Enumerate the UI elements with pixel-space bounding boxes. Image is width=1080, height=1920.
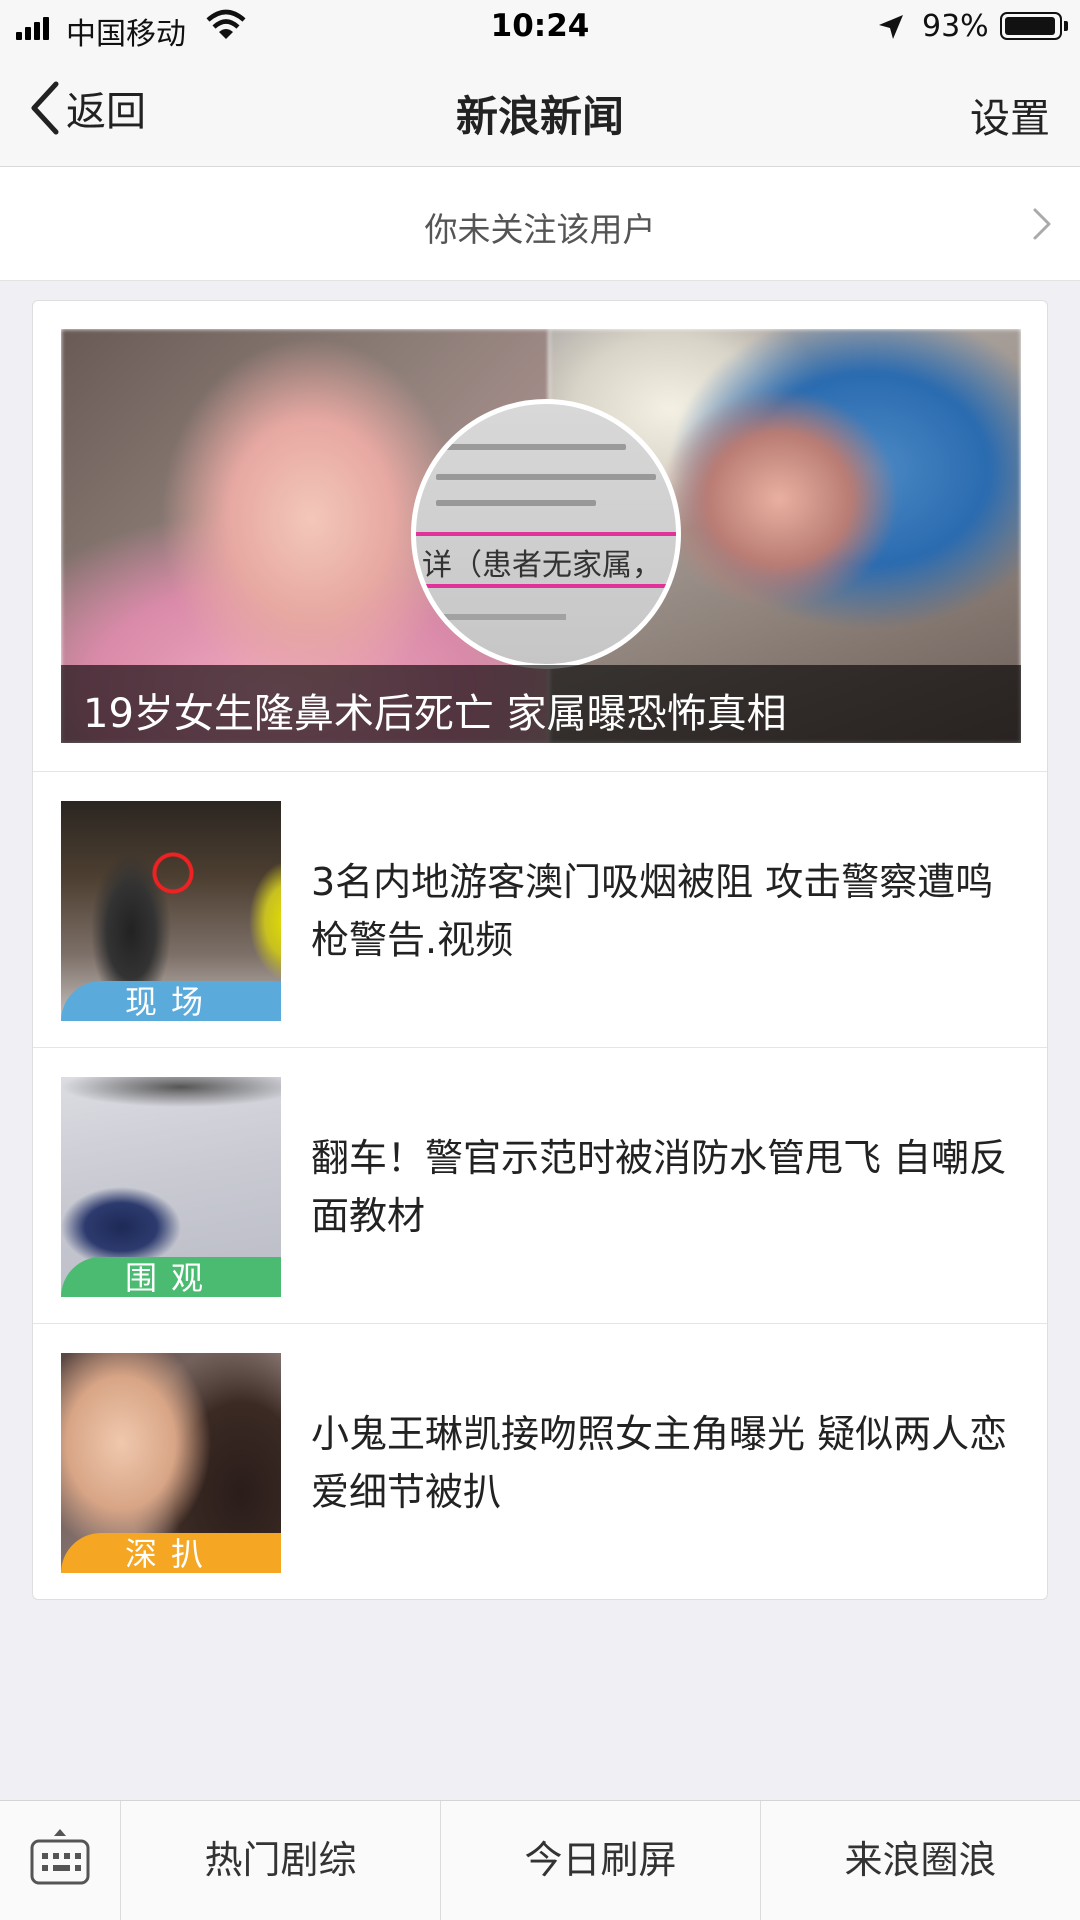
news-item[interactable]: 现场 3名内地游客澳门吸烟被阻 攻击警察遭鸣枪警告.视频 bbox=[33, 771, 1047, 1047]
news-title: 翻车！警官示范时被消防水管甩飞 自嘲反面教材 bbox=[311, 1136, 1008, 1238]
hero-magnifier-text: 详（患者无家属， bbox=[422, 548, 662, 583]
status-bar: 中国移动 10:24 93% bbox=[0, 0, 1080, 56]
news-item[interactable]: 深扒 小鬼王琳凯接吻照女主角曝光 疑似两人恋爱细节被扒 bbox=[33, 1323, 1047, 1599]
hero-caption: 19岁女生隆鼻术后死亡 家属曝恐怖真相 bbox=[83, 691, 787, 737]
bottom-menu-bar: 热门剧综 今日刷屏 来浪圈浪 bbox=[0, 1800, 1080, 1920]
menu-item-label: 来浪圈浪 bbox=[844, 1838, 997, 1882]
news-title: 3名内地游客澳门吸烟被阻 攻击警察遭鸣枪警告.视频 bbox=[311, 860, 994, 962]
clock: 10:24 bbox=[490, 8, 590, 44]
chevron-right-icon bbox=[1033, 208, 1051, 240]
menu-item-sina-circle[interactable]: 来浪圈浪 bbox=[760, 1801, 1080, 1920]
news-thumbnail: 现场 bbox=[61, 801, 281, 1021]
battery-percent: 93% bbox=[922, 9, 989, 44]
menu-item-label: 热门剧综 bbox=[204, 1838, 357, 1882]
news-thumbnail: 深扒 bbox=[61, 1353, 281, 1573]
page-title: 新浪新闻 bbox=[455, 92, 624, 141]
menu-item-hot-shows[interactable]: 热门剧综 bbox=[120, 1801, 440, 1920]
news-tag: 现场 bbox=[61, 981, 281, 1021]
hero-article[interactable]: 详（患者无家属， 19岁女生隆鼻术后死亡 家属曝恐怖真相 bbox=[61, 329, 1021, 743]
keyboard-icon bbox=[30, 1829, 90, 1885]
menu-item-trending-today[interactable]: 今日刷屏 bbox=[440, 1801, 760, 1920]
top-header: 中国移动 10:24 93% 返回 新浪新闻 设置 bbox=[0, 0, 1080, 167]
news-title: 小鬼王琳凯接吻照女主角曝光 疑似两人恋爱细节被扒 bbox=[311, 1412, 1008, 1514]
settings-button[interactable]: 设置 bbox=[970, 86, 1050, 144]
follow-status-banner[interactable]: 你未关注该用户 bbox=[0, 167, 1080, 281]
news-thumbnail: 围观 bbox=[61, 1077, 281, 1297]
hero-magnifier-image: 详（患者无家属， bbox=[411, 399, 681, 669]
nav-bar: 返回 新浪新闻 设置 bbox=[0, 56, 1080, 166]
hero-caption-bar: 19岁女生隆鼻术后死亡 家属曝恐怖真相 bbox=[61, 665, 1021, 743]
menu-item-label: 今日刷屏 bbox=[524, 1838, 677, 1882]
news-card: 详（患者无家属， 19岁女生隆鼻术后死亡 家属曝恐怖真相 现场 3名内地游客澳门… bbox=[32, 300, 1048, 1600]
keyboard-toggle-button[interactable] bbox=[0, 1801, 120, 1920]
battery-icon bbox=[1000, 12, 1068, 40]
news-tag: 深扒 bbox=[61, 1533, 281, 1573]
news-tag: 围观 bbox=[61, 1257, 281, 1297]
news-item[interactable]: 围观 翻车！警官示范时被消防水管甩飞 自嘲反面教材 bbox=[33, 1047, 1047, 1323]
location-arrow-icon bbox=[879, 15, 903, 39]
follow-status-text: 你未关注该用户 bbox=[424, 210, 656, 249]
